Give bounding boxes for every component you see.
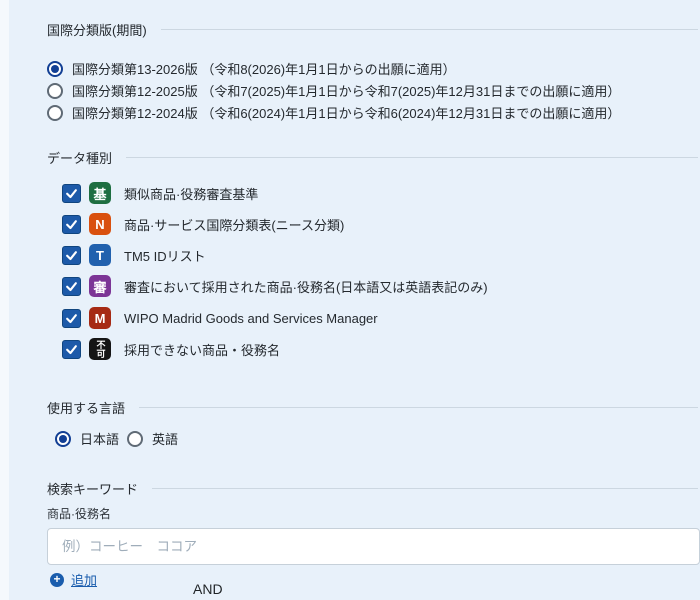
radio-label: 国際分類第12-2025版 （令和7(2025)年1月1日から令和7(2025)… xyxy=(72,84,621,99)
left-edge-strip xyxy=(0,0,9,600)
radio-label: 国際分類第13-2026版 （令和8(2026)年1月1日からの出願に適用） xyxy=(72,62,456,77)
classification-option-2024[interactable]: 国際分類第12-2024版 （令和6(2024)年1月1日から令和6(2024)… xyxy=(47,103,620,122)
checkbox-checked[interactable] xyxy=(62,183,81,203)
section-divider xyxy=(126,157,698,158)
checkbox-checked[interactable] xyxy=(62,339,81,359)
radio-label: 国際分類第12-2024版 （令和6(2024)年1月1日から令和6(2024)… xyxy=(72,106,621,121)
radio-button[interactable] xyxy=(47,104,63,121)
section-title-text: 使用する言語 xyxy=(47,401,126,416)
and-operator-label: AND xyxy=(193,581,223,597)
checkbox-label: 類似商品·役務審査基準 xyxy=(124,186,259,202)
data-type-badge-icon: N xyxy=(89,213,111,235)
section-title-classification: 国際分類版(期間) xyxy=(47,20,698,39)
section-title-keyword: 検索キーワード xyxy=(47,479,698,498)
check-icon xyxy=(66,281,77,291)
goods-services-field-label: 商品·役務名 xyxy=(47,507,111,521)
check-icon xyxy=(66,344,77,354)
data-type-row-nice-classification[interactable]: N 商品·サービス国際分類表(ニース分類) xyxy=(62,213,344,235)
checkbox-label: TM5 IDリスト xyxy=(124,248,206,264)
section-divider xyxy=(160,29,698,30)
section-divider xyxy=(152,488,698,489)
radio-button-selected[interactable] xyxy=(47,60,63,77)
radio-button[interactable] xyxy=(47,82,63,99)
section-title-data-type: データ種別 xyxy=(47,148,698,167)
radio-label: 英語 xyxy=(152,432,179,447)
check-icon xyxy=(66,313,77,323)
data-type-badge-icon: 不可 xyxy=(89,338,111,360)
language-option-japanese[interactable]: 日本語 xyxy=(55,429,119,448)
section-title-language: 使用する言語 xyxy=(47,398,698,417)
data-type-row-not-adoptable[interactable]: 不可 採用できない商品・役務名 xyxy=(62,338,280,360)
section-title-text: 国際分類版(期間) xyxy=(47,23,147,38)
section-title-text: 検索キーワード xyxy=(47,482,139,497)
checkbox-checked[interactable] xyxy=(62,245,81,265)
check-icon xyxy=(66,219,77,229)
checkbox-checked[interactable] xyxy=(62,276,81,296)
data-type-badge-icon: T xyxy=(89,244,111,266)
check-icon xyxy=(66,188,77,198)
data-type-row-wipo-madrid[interactable]: M WIPO Madrid Goods and Services Manager xyxy=(62,307,378,329)
data-type-badge-icon: M xyxy=(89,307,111,329)
data-type-row-similar-goods[interactable]: 基 類似商品·役務審査基準 xyxy=(62,182,258,204)
radio-button[interactable] xyxy=(127,430,143,447)
data-type-row-examination-adopted[interactable]: 審 審査において採用された商品·役務名(日本語又は英語表記のみ) xyxy=(62,275,488,297)
radio-button-selected[interactable] xyxy=(55,430,71,447)
check-icon xyxy=(66,250,77,260)
language-option-english[interactable]: 英語 xyxy=(127,429,178,448)
goods-services-input[interactable] xyxy=(47,528,700,565)
plus-circle-icon: + xyxy=(50,572,64,587)
data-type-badge-icon: 基 xyxy=(89,182,111,204)
checkbox-label: 採用できない商品・役務名 xyxy=(124,342,281,358)
checkbox-label: WIPO Madrid Goods and Services Manager xyxy=(124,310,378,326)
classification-option-2025[interactable]: 国際分類第12-2025版 （令和7(2025)年1月1日から令和7(2025)… xyxy=(47,81,620,100)
checkbox-label: 審査において採用された商品·役務名(日本語又は英語表記のみ) xyxy=(124,279,488,295)
checkbox-checked[interactable] xyxy=(62,214,81,234)
section-divider xyxy=(139,407,698,408)
classification-option-2026[interactable]: 国際分類第13-2026版 （令和8(2026)年1月1日からの出願に適用） xyxy=(47,59,456,78)
add-keyword-link[interactable]: + 追加 xyxy=(50,570,97,589)
radio-label: 日本語 xyxy=(80,432,120,447)
data-type-row-tm5-id-list[interactable]: T TM5 IDリスト xyxy=(62,244,206,266)
add-link-label: 追加 xyxy=(71,573,98,588)
data-type-badge-icon: 審 xyxy=(89,275,111,297)
checkbox-label: 商品·サービス国際分類表(ニース分類) xyxy=(124,217,345,233)
checkbox-checked[interactable] xyxy=(62,308,81,328)
section-title-text: データ種別 xyxy=(47,151,113,166)
